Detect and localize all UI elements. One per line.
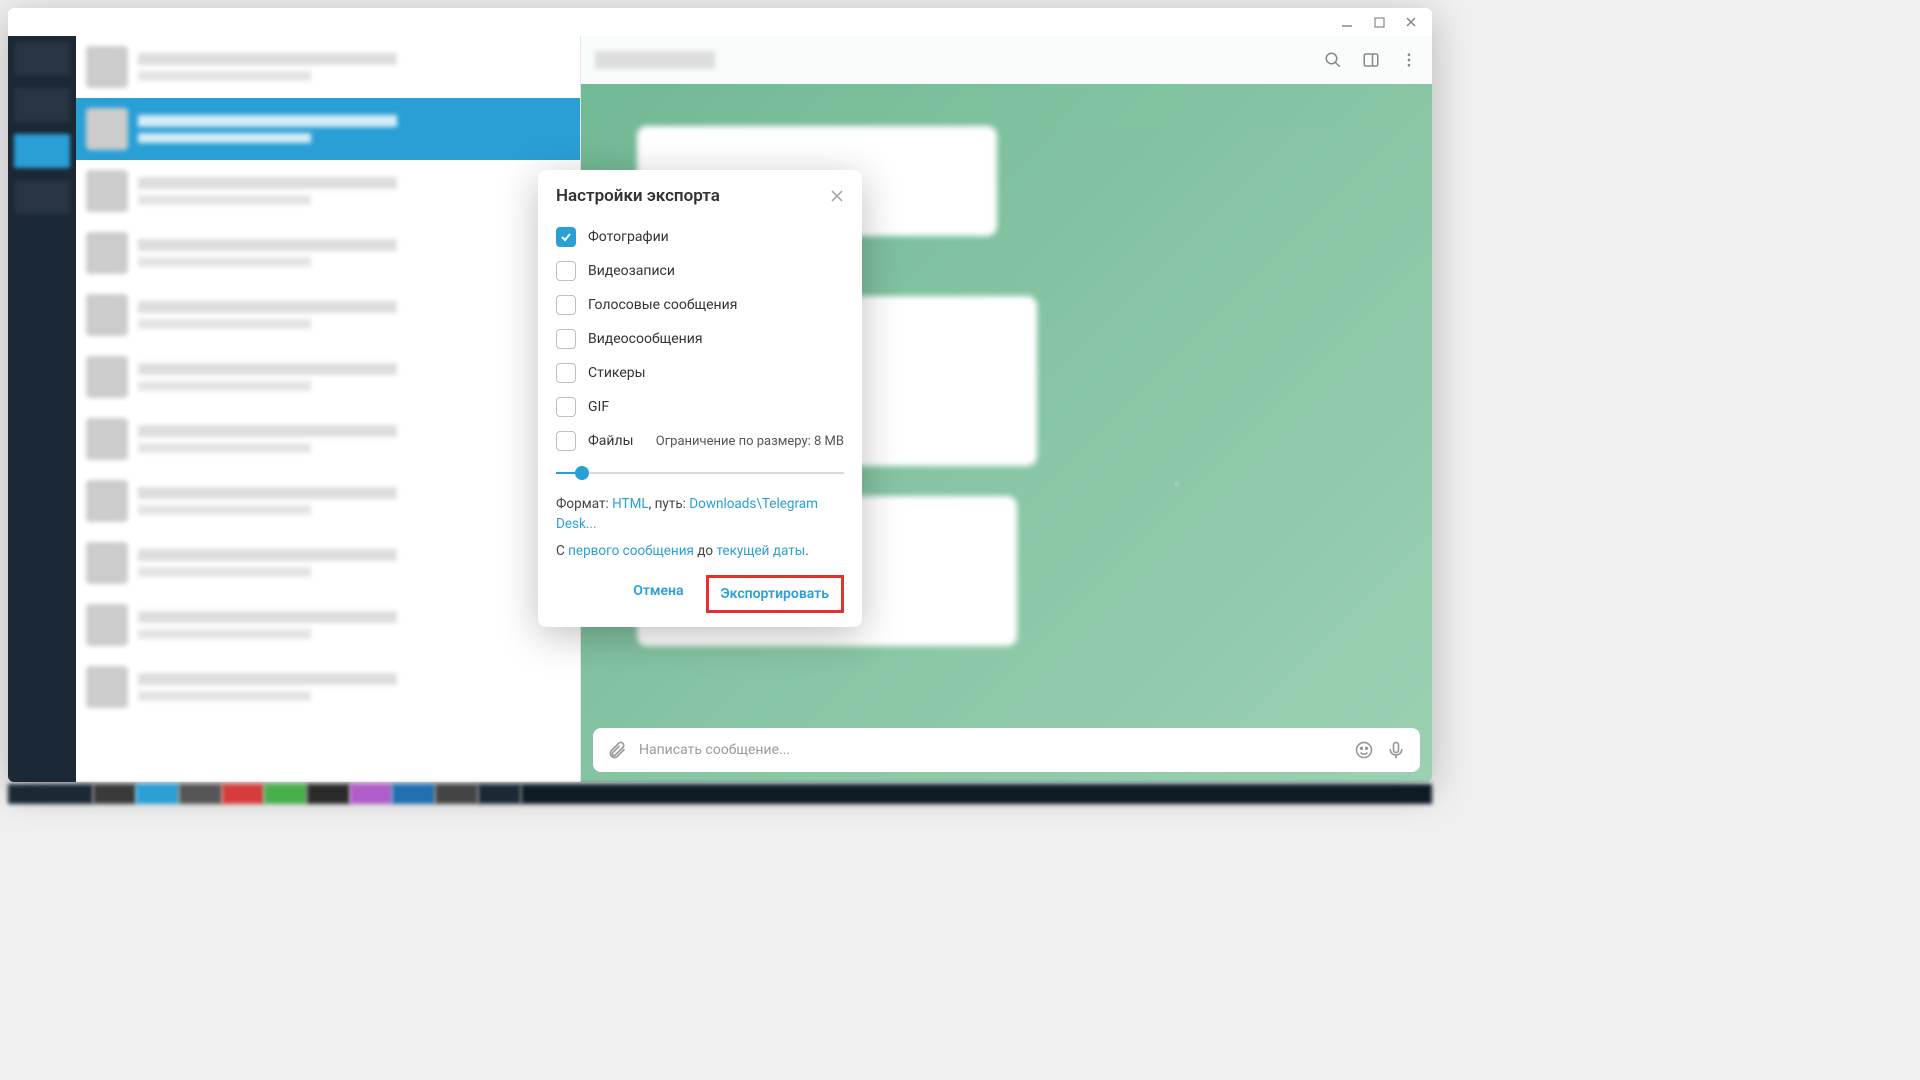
chat-header	[581, 36, 1432, 84]
option-photos[interactable]: Фотографии	[556, 220, 844, 254]
cancel-button[interactable]: Отмена	[621, 575, 695, 613]
maximize-button[interactable]	[1372, 15, 1386, 29]
chat-row[interactable]	[76, 346, 580, 408]
checkbox-unchecked-icon[interactable]	[556, 363, 576, 383]
app-window: Написать сообщение... Настройки экспорта…	[8, 8, 1432, 782]
option-videos[interactable]: Видеозаписи	[556, 254, 844, 288]
option-label: Стикеры	[588, 365, 646, 381]
option-gif[interactable]: GIF	[556, 390, 844, 424]
option-voice[interactable]: Голосовые сообщения	[556, 288, 844, 322]
format-path-line: Формат: HTML, путь: Downloads\Telegram D…	[556, 494, 844, 535]
modal-actions: Отмена Экспортировать	[556, 575, 844, 613]
chat-row[interactable]	[76, 284, 580, 346]
modal-close-button[interactable]	[830, 189, 844, 203]
chat-row[interactable]	[76, 656, 580, 718]
chat-row[interactable]	[76, 160, 580, 222]
minimize-button[interactable]	[1340, 15, 1354, 29]
export-button[interactable]: Экспортировать	[706, 575, 844, 613]
checkbox-unchecked-icon[interactable]	[556, 431, 576, 451]
size-limit-label: Ограничение по размеру: 8 МВ	[656, 434, 844, 449]
option-label: Фотографии	[588, 229, 669, 245]
attach-icon[interactable]	[607, 740, 627, 760]
size-slider[interactable]	[556, 464, 844, 482]
text: , путь:	[649, 496, 690, 512]
chat-row[interactable]	[76, 470, 580, 532]
chat-row[interactable]	[76, 408, 580, 470]
text: до	[694, 543, 717, 559]
window-close-button[interactable]	[1404, 15, 1418, 29]
voice-icon[interactable]	[1386, 740, 1406, 760]
sidepanel-icon[interactable]	[1362, 51, 1380, 69]
folder-strip	[8, 36, 76, 782]
checkbox-unchecked-icon[interactable]	[556, 397, 576, 417]
option-label: Видеозаписи	[588, 263, 675, 279]
folder-item[interactable]	[14, 180, 70, 214]
text: .	[805, 543, 809, 559]
text: Формат:	[556, 496, 612, 512]
chat-title-blurred	[595, 51, 715, 69]
to-date-link[interactable]: текущей даты	[716, 543, 805, 559]
folder-item[interactable]	[14, 88, 70, 122]
folder-item[interactable]	[14, 42, 70, 76]
chat-row-selected[interactable]	[76, 98, 580, 160]
checkbox-checked-icon[interactable]	[556, 227, 576, 247]
more-icon[interactable]	[1400, 51, 1418, 69]
taskbar	[8, 784, 1432, 804]
chat-row[interactable]	[76, 222, 580, 284]
option-label: Голосовые сообщения	[588, 297, 737, 313]
option-label: GIF	[588, 399, 609, 415]
export-settings-modal: Настройки экспорта Фотографии Видеозапис…	[538, 170, 862, 627]
checkbox-unchecked-icon[interactable]	[556, 295, 576, 315]
folder-item-selected[interactable]	[14, 134, 70, 168]
slider-track	[556, 472, 844, 474]
checkbox-unchecked-icon[interactable]	[556, 329, 576, 349]
titlebar	[8, 8, 1432, 36]
search-icon[interactable]	[1324, 51, 1342, 69]
composer[interactable]: Написать сообщение...	[593, 728, 1420, 772]
option-label: Видеосообщения	[588, 331, 703, 347]
chat-list	[76, 36, 581, 782]
option-stickers[interactable]: Стикеры	[556, 356, 844, 390]
option-label: Файлы	[588, 433, 633, 449]
chat-row[interactable]	[76, 532, 580, 594]
option-files[interactable]: Файлы Ограничение по размеру: 8 МВ	[556, 424, 844, 458]
option-video-messages[interactable]: Видеосообщения	[556, 322, 844, 356]
modal-title: Настройки экспорта	[556, 186, 720, 206]
chat-row[interactable]	[76, 36, 580, 98]
text: С	[556, 543, 568, 559]
checkbox-unchecked-icon[interactable]	[556, 261, 576, 281]
composer-placeholder: Написать сообщение...	[639, 742, 1342, 758]
format-link[interactable]: HTML	[612, 496, 649, 512]
chat-row[interactable]	[76, 594, 580, 656]
slider-thumb[interactable]	[575, 466, 589, 480]
from-date-link[interactable]: первого сообщения	[568, 543, 694, 559]
date-range-line: С первого сообщения до текущей даты.	[556, 541, 844, 561]
emoji-icon[interactable]	[1354, 740, 1374, 760]
